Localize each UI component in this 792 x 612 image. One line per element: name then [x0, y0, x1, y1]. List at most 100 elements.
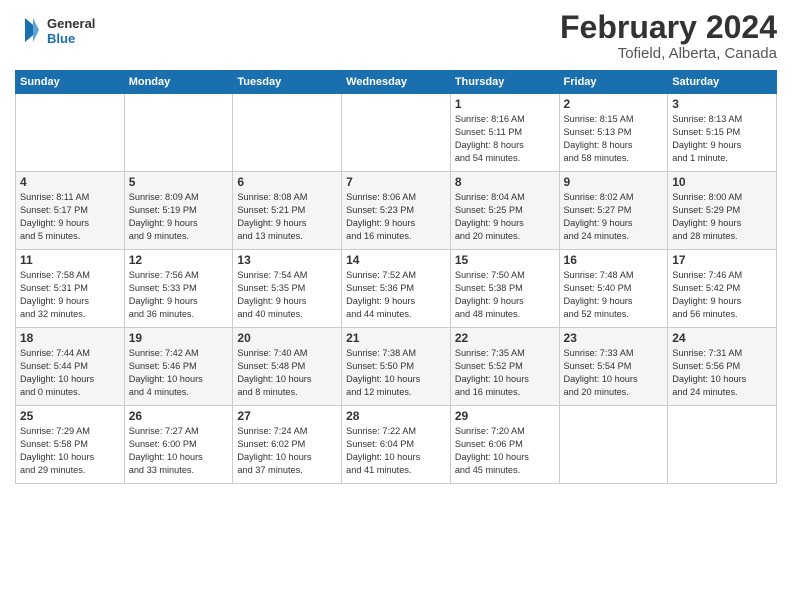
day-info: Sunrise: 7:40 AM Sunset: 5:48 PM Dayligh…	[237, 347, 337, 399]
table-row	[668, 406, 777, 484]
table-row	[233, 94, 342, 172]
day-number: 18	[20, 331, 120, 345]
day-info: Sunrise: 7:58 AM Sunset: 5:31 PM Dayligh…	[20, 269, 120, 321]
table-row: 25Sunrise: 7:29 AM Sunset: 5:58 PM Dayli…	[16, 406, 125, 484]
day-info: Sunrise: 7:24 AM Sunset: 6:02 PM Dayligh…	[237, 425, 337, 477]
calendar-header-row: Sunday Monday Tuesday Wednesday Thursday…	[16, 71, 777, 94]
day-info: Sunrise: 7:20 AM Sunset: 6:06 PM Dayligh…	[455, 425, 555, 477]
day-info: Sunrise: 7:48 AM Sunset: 5:40 PM Dayligh…	[564, 269, 664, 321]
day-info: Sunrise: 8:13 AM Sunset: 5:15 PM Dayligh…	[672, 113, 772, 165]
month-title: February 2024	[560, 10, 777, 45]
table-row: 3 Sunrise: 8:13 AM Sunset: 5:15 PM Daylig…	[668, 94, 777, 172]
table-row: 6 Sunrise: 8:08 AM Sunset: 5:21 PM Daylig…	[233, 172, 342, 250]
table-row: 26Sunrise: 7:27 AM Sunset: 6:00 PM Dayli…	[124, 406, 233, 484]
day-number: 15	[455, 253, 555, 267]
day-number: 28	[346, 409, 446, 423]
day-number: 11	[20, 253, 120, 267]
table-row: 11 Sunrise: 7:58 AM Sunset: 5:31 PM Dayli…	[16, 250, 125, 328]
table-row	[16, 94, 125, 172]
calendar-week-row: 1 Sunrise: 8:16 AM Sunset: 5:11 PM Daylig…	[16, 94, 777, 172]
day-number: 7	[346, 175, 446, 189]
logo-block: General Blue	[15, 10, 125, 57]
day-info: Sunrise: 7:33 AM Sunset: 5:54 PM Dayligh…	[564, 347, 664, 399]
location-title: Tofield, Alberta, Canada	[560, 45, 777, 62]
table-row: 22 Sunrise: 7:35 AM Sunset: 5:52 PM Dayli…	[450, 328, 559, 406]
day-number: 17	[672, 253, 772, 267]
day-info: Sunrise: 7:22 AM Sunset: 6:04 PM Dayligh…	[346, 425, 446, 477]
table-row: 9Sunrise: 8:02 AM Sunset: 5:27 PM Daylig…	[559, 172, 668, 250]
day-number: 26	[129, 409, 229, 423]
table-row: 24 Sunrise: 7:31 AM Sunset: 5:56 PM Dayli…	[668, 328, 777, 406]
table-row: 27Sunrise: 7:24 AM Sunset: 6:02 PM Dayli…	[233, 406, 342, 484]
day-info: Sunrise: 8:16 AM Sunset: 5:11 PM Dayligh…	[455, 113, 555, 165]
col-sunday: Sunday	[16, 71, 125, 94]
day-number: 21	[346, 331, 446, 345]
day-info: Sunrise: 7:42 AM Sunset: 5:46 PM Dayligh…	[129, 347, 229, 399]
calendar-week-row: 4 Sunrise: 8:11 AM Sunset: 5:17 PM Daylig…	[16, 172, 777, 250]
day-number: 1	[455, 97, 555, 111]
table-row: 8Sunrise: 8:04 AM Sunset: 5:25 PM Daylig…	[450, 172, 559, 250]
table-row: 12 Sunrise: 7:56 AM Sunset: 5:33 PM Dayli…	[124, 250, 233, 328]
svg-text:General: General	[47, 16, 95, 31]
table-row: 23 Sunrise: 7:33 AM Sunset: 5:54 PM Dayli…	[559, 328, 668, 406]
table-row: 16Sunrise: 7:48 AM Sunset: 5:40 PM Dayli…	[559, 250, 668, 328]
calendar-container: General Blue February 2024 Tofield, Albe…	[0, 0, 792, 612]
day-number: 2	[564, 97, 664, 111]
day-number: 8	[455, 175, 555, 189]
col-tuesday: Tuesday	[233, 71, 342, 94]
day-info: Sunrise: 8:06 AM Sunset: 5:23 PM Dayligh…	[346, 191, 446, 243]
day-info: Sunrise: 7:52 AM Sunset: 5:36 PM Dayligh…	[346, 269, 446, 321]
day-number: 23	[564, 331, 664, 345]
day-number: 4	[20, 175, 120, 189]
table-row: 4 Sunrise: 8:11 AM Sunset: 5:17 PM Daylig…	[16, 172, 125, 250]
page-header: General Blue February 2024 Tofield, Albe…	[15, 10, 777, 62]
table-row: 21Sunrise: 7:38 AM Sunset: 5:50 PM Dayli…	[342, 328, 451, 406]
col-wednesday: Wednesday	[342, 71, 451, 94]
col-friday: Friday	[559, 71, 668, 94]
table-row: 10 Sunrise: 8:00 AM Sunset: 5:29 PM Dayli…	[668, 172, 777, 250]
col-monday: Monday	[124, 71, 233, 94]
day-number: 6	[237, 175, 337, 189]
table-row: 14 Sunrise: 7:52 AM Sunset: 5:36 PM Dayli…	[342, 250, 451, 328]
calendar-week-row: 18 Sunrise: 7:44 AM Sunset: 5:44 PM Dayli…	[16, 328, 777, 406]
day-number: 5	[129, 175, 229, 189]
table-row: 18 Sunrise: 7:44 AM Sunset: 5:44 PM Dayli…	[16, 328, 125, 406]
day-number: 9	[564, 175, 664, 189]
col-thursday: Thursday	[450, 71, 559, 94]
day-info: Sunrise: 7:44 AM Sunset: 5:44 PM Dayligh…	[20, 347, 120, 399]
table-row	[124, 94, 233, 172]
day-number: 24	[672, 331, 772, 345]
table-row: 5 Sunrise: 8:09 AM Sunset: 5:19 PM Daylig…	[124, 172, 233, 250]
calendar-week-row: 25Sunrise: 7:29 AM Sunset: 5:58 PM Dayli…	[16, 406, 777, 484]
day-number: 22	[455, 331, 555, 345]
table-row	[342, 94, 451, 172]
day-number: 29	[455, 409, 555, 423]
day-info: Sunrise: 8:08 AM Sunset: 5:21 PM Dayligh…	[237, 191, 337, 243]
table-row: 19 Sunrise: 7:42 AM Sunset: 5:46 PM Dayli…	[124, 328, 233, 406]
day-number: 19	[129, 331, 229, 345]
day-number: 10	[672, 175, 772, 189]
day-number: 14	[346, 253, 446, 267]
table-row: 1 Sunrise: 8:16 AM Sunset: 5:11 PM Daylig…	[450, 94, 559, 172]
day-info: Sunrise: 8:11 AM Sunset: 5:17 PM Dayligh…	[20, 191, 120, 243]
day-number: 25	[20, 409, 120, 423]
table-row: 20 Sunrise: 7:40 AM Sunset: 5:48 PM Dayli…	[233, 328, 342, 406]
day-info: Sunrise: 7:35 AM Sunset: 5:52 PM Dayligh…	[455, 347, 555, 399]
day-info: Sunrise: 8:00 AM Sunset: 5:29 PM Dayligh…	[672, 191, 772, 243]
day-info: Sunrise: 8:09 AM Sunset: 5:19 PM Dayligh…	[129, 191, 229, 243]
day-number: 13	[237, 253, 337, 267]
day-info: Sunrise: 7:56 AM Sunset: 5:33 PM Dayligh…	[129, 269, 229, 321]
day-info: Sunrise: 7:31 AM Sunset: 5:56 PM Dayligh…	[672, 347, 772, 399]
day-info: Sunrise: 7:46 AM Sunset: 5:42 PM Dayligh…	[672, 269, 772, 321]
calendar-table: Sunday Monday Tuesday Wednesday Thursday…	[15, 70, 777, 484]
table-row: 15Sunrise: 7:50 AM Sunset: 5:38 PM Dayli…	[450, 250, 559, 328]
title-block: February 2024 Tofield, Alberta, Canada	[560, 10, 777, 62]
day-number: 20	[237, 331, 337, 345]
table-row: 17 Sunrise: 7:46 AM Sunset: 5:42 PM Dayli…	[668, 250, 777, 328]
logo-svg: General Blue	[15, 10, 125, 52]
calendar-week-row: 11 Sunrise: 7:58 AM Sunset: 5:31 PM Dayli…	[16, 250, 777, 328]
table-row: 28 Sunrise: 7:22 AM Sunset: 6:04 PM Dayli…	[342, 406, 451, 484]
svg-text:Blue: Blue	[47, 31, 75, 46]
day-number: 12	[129, 253, 229, 267]
day-number: 3	[672, 97, 772, 111]
